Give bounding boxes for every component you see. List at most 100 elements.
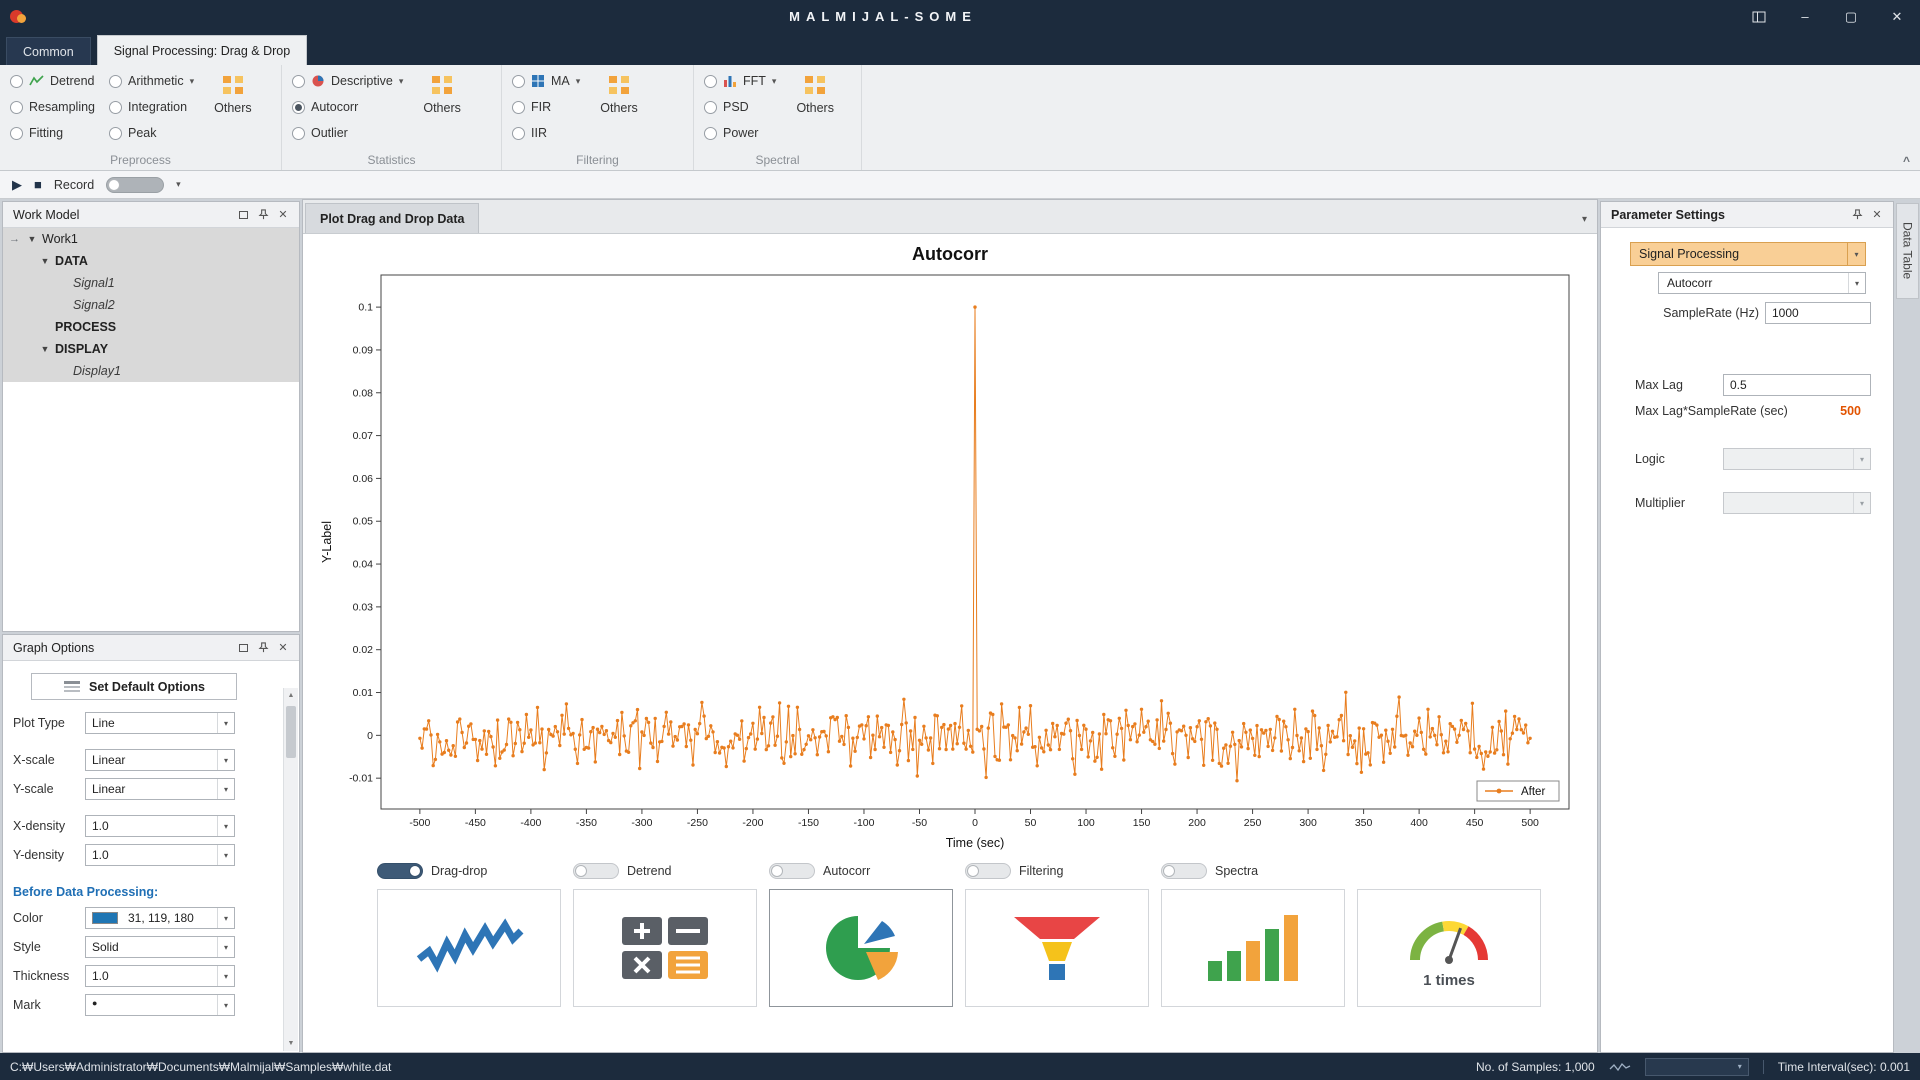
- ribbon-item-psd[interactable]: PSD: [704, 97, 776, 117]
- y-density-select[interactable]: 1.0▾: [85, 844, 235, 866]
- x-scale-select[interactable]: Linear▾: [85, 749, 235, 771]
- card-autocorr[interactable]: [769, 889, 953, 1007]
- chevron-down-icon[interactable]: ▾: [217, 816, 234, 836]
- record-toggle[interactable]: [106, 177, 164, 193]
- thickness-select[interactable]: 1.0▾: [85, 965, 235, 987]
- toggle-detrend[interactable]: Detrend: [573, 863, 769, 879]
- autocorr-chart[interactable]: -500-450-400-350-300-250-200-150-100-500…: [317, 267, 1587, 859]
- method-select[interactable]: Autocorr ▾: [1658, 272, 1866, 294]
- chevron-down-icon[interactable]: ▼: [39, 256, 51, 266]
- ribbon-item-outlier[interactable]: Outlier: [292, 123, 403, 143]
- style-select[interactable]: Solid▾: [85, 936, 235, 958]
- toggle-switch[interactable]: [769, 863, 815, 879]
- ribbon-others-preprocess[interactable]: Others: [208, 71, 258, 150]
- chevron-down-icon[interactable]: ▾: [217, 750, 234, 770]
- close-panel-icon[interactable]: ✕: [273, 206, 293, 224]
- tree-item-display1[interactable]: Display1: [3, 360, 299, 382]
- ribbon-item-fitting[interactable]: Fitting: [10, 123, 95, 143]
- record-dropdown-icon[interactable]: ▾: [176, 179, 181, 190]
- radio-indicator[interactable]: [10, 75, 23, 88]
- chevron-down-icon[interactable]: ▼: [26, 234, 38, 244]
- tree-item-data[interactable]: ▼DATA: [3, 250, 299, 272]
- radio-indicator-selected[interactable]: [292, 101, 305, 114]
- logic-select[interactable]: ▾: [1723, 448, 1871, 470]
- radio-indicator[interactable]: [109, 101, 122, 114]
- ribbon-item-iir[interactable]: IIR: [512, 123, 580, 143]
- toggle-switch[interactable]: [377, 863, 423, 879]
- ribbon-item-arithmetic[interactable]: Arithmetic ▾: [109, 71, 194, 91]
- ribbon-collapse-icon[interactable]: ^: [1903, 154, 1910, 168]
- radio-indicator[interactable]: [704, 127, 717, 140]
- tab-common[interactable]: Common: [6, 37, 91, 65]
- toggle-drag-drop[interactable]: Drag-drop: [377, 863, 573, 879]
- tree-item-signal1[interactable]: Signal1: [3, 272, 299, 294]
- mark-select[interactable]: ●▾: [85, 994, 235, 1016]
- pin-icon[interactable]: [253, 639, 273, 657]
- toggle-filtering[interactable]: Filtering: [965, 863, 1161, 879]
- toggle-switch[interactable]: [1161, 863, 1207, 879]
- ribbon-item-detrend[interactable]: Detrend: [10, 71, 95, 91]
- toggle-switch[interactable]: [965, 863, 1011, 879]
- y-scale-select[interactable]: Linear▾: [85, 778, 235, 800]
- tab-signal-processing[interactable]: Signal Processing: Drag & Drop: [97, 35, 307, 65]
- max-lag-input[interactable]: 0.5: [1723, 374, 1871, 396]
- chevron-down-icon[interactable]: ▾: [217, 713, 234, 733]
- ribbon-item-fft[interactable]: FFT ▾: [704, 71, 776, 91]
- chevron-down-icon[interactable]: ▾: [217, 845, 234, 865]
- dropdown-caret-icon[interactable]: ▾: [772, 76, 777, 87]
- radio-indicator[interactable]: [704, 101, 717, 114]
- toggle-autocorr[interactable]: Autocorr: [769, 863, 965, 879]
- chevron-down-icon[interactable]: ▼: [39, 344, 51, 354]
- dropdown-caret-icon[interactable]: ▾: [399, 76, 404, 87]
- chevron-down-icon[interactable]: ▾: [217, 966, 234, 986]
- ribbon-item-integration[interactable]: Integration: [109, 97, 194, 117]
- radio-indicator[interactable]: [109, 127, 122, 140]
- float-window-icon[interactable]: [233, 206, 253, 224]
- multiplier-select[interactable]: ▾: [1723, 492, 1871, 514]
- tabbar-dropdown-icon[interactable]: ▾: [1582, 214, 1587, 225]
- radio-indicator[interactable]: [10, 127, 23, 140]
- ribbon-item-descriptive[interactable]: Descriptive ▾: [292, 71, 403, 91]
- tab-data-table[interactable]: Data Table: [1896, 203, 1919, 299]
- ribbon-item-fir[interactable]: FIR: [512, 97, 580, 117]
- radio-indicator[interactable]: [109, 75, 122, 88]
- radio-indicator[interactable]: [10, 101, 23, 114]
- chevron-down-icon[interactable]: ▾: [217, 995, 234, 1015]
- dropdown-caret-icon[interactable]: ▾: [190, 76, 195, 87]
- ribbon-others-statistics[interactable]: Others: [417, 71, 467, 150]
- chevron-down-icon[interactable]: ▾: [217, 779, 234, 799]
- ribbon-item-autocorr[interactable]: Autocorr: [292, 97, 403, 117]
- x-density-select[interactable]: 1.0▾: [85, 815, 235, 837]
- card-spectra[interactable]: [1161, 889, 1345, 1007]
- close-panel-icon[interactable]: ✕: [1867, 206, 1887, 224]
- ribbon-others-filtering[interactable]: Others: [594, 71, 644, 150]
- signal-processing-select[interactable]: Signal Processing ▾: [1630, 242, 1866, 266]
- pin-icon[interactable]: [253, 206, 273, 224]
- radio-indicator[interactable]: [512, 127, 525, 140]
- ribbon-item-power[interactable]: Power: [704, 123, 776, 143]
- ribbon-item-ma[interactable]: MA ▾: [512, 71, 580, 91]
- card-drag-drop[interactable]: [377, 889, 561, 1007]
- chevron-down-icon[interactable]: ▾: [217, 908, 234, 928]
- tree-item-signal2[interactable]: Signal2: [3, 294, 299, 316]
- dropdown-caret-icon[interactable]: ▾: [576, 76, 581, 87]
- toggle-switch[interactable]: [573, 863, 619, 879]
- radio-indicator[interactable]: [512, 101, 525, 114]
- radio-indicator[interactable]: [292, 75, 305, 88]
- card-detrend[interactable]: [573, 889, 757, 1007]
- chevron-down-icon[interactable]: ▾: [217, 937, 234, 957]
- layout-switch-icon[interactable]: [1736, 0, 1782, 33]
- pin-icon[interactable]: [1847, 206, 1867, 224]
- card-filtering[interactable]: [965, 889, 1149, 1007]
- samplerate-input[interactable]: 1000: [1765, 302, 1871, 324]
- close-panel-icon[interactable]: ✕: [273, 639, 293, 657]
- set-default-options-button[interactable]: Set Default Options: [31, 673, 237, 700]
- status-select[interactable]: ▾: [1645, 1058, 1749, 1076]
- card-times-gauge[interactable]: 1 times: [1357, 889, 1541, 1007]
- radio-indicator[interactable]: [704, 75, 717, 88]
- tree-item-work1[interactable]: →▼Work1: [3, 228, 299, 250]
- toggle-spectra[interactable]: Spectra: [1161, 863, 1357, 879]
- maximize-button[interactable]: ▢: [1828, 0, 1874, 33]
- ribbon-others-spectral[interactable]: Others: [790, 71, 840, 150]
- ribbon-item-resampling[interactable]: Resampling: [10, 97, 95, 117]
